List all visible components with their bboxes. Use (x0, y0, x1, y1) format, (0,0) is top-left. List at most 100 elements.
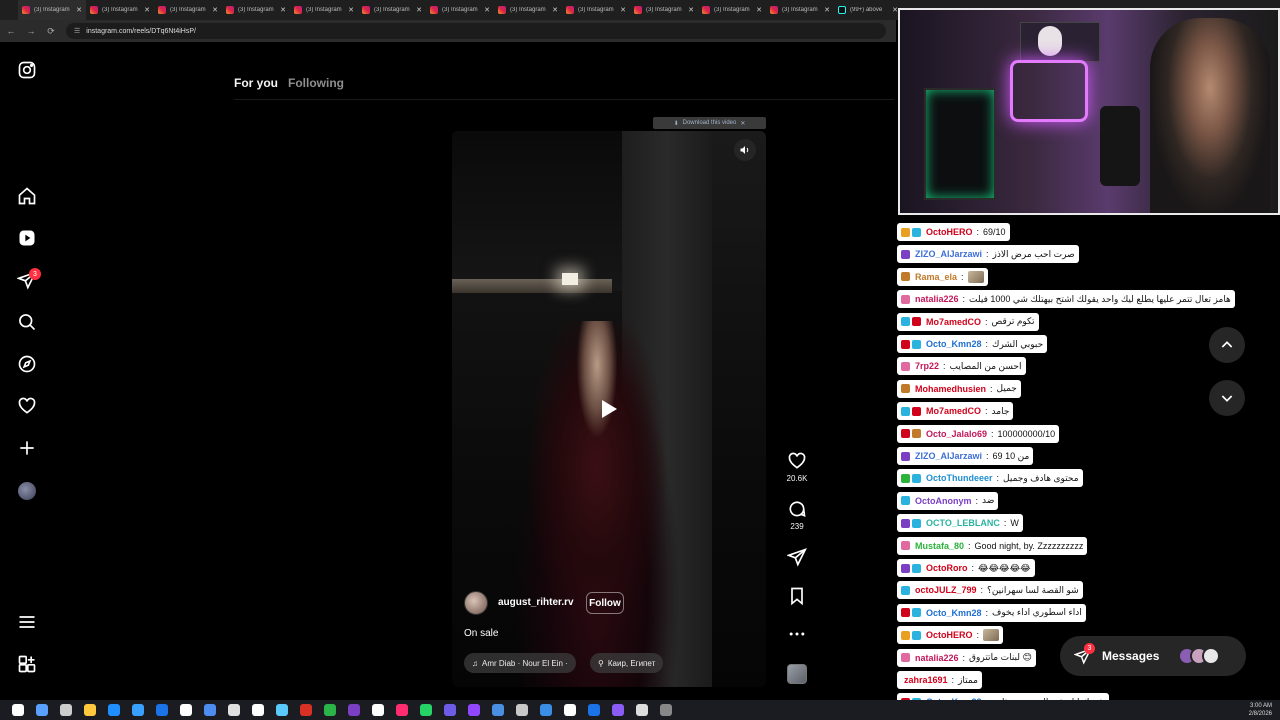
chrome-icon[interactable] (156, 704, 168, 716)
app-icon[interactable] (588, 704, 600, 716)
close-tab-icon[interactable]: ✕ (212, 6, 218, 14)
chat-badge-icon (901, 227, 910, 237)
browser-tab[interactable]: (3) Instagram ✕ (154, 0, 222, 20)
comment-button[interactable]: 239 (784, 499, 810, 531)
twitch-icon[interactable] (468, 704, 480, 716)
instagram-logo-icon[interactable] (17, 60, 37, 80)
app-icon[interactable] (636, 704, 648, 716)
previous-reel-button[interactable] (1209, 327, 1245, 363)
app-icon[interactable] (228, 704, 240, 716)
app-icon[interactable] (372, 704, 384, 716)
edge-icon[interactable] (108, 704, 120, 716)
close-tab-icon[interactable]: ✕ (756, 6, 762, 14)
app-icon[interactable] (564, 704, 576, 716)
search-icon[interactable] (36, 704, 48, 716)
chat-message: Rama_ela: (897, 267, 988, 286)
browser-tab[interactable]: (3) Instagram ✕ (766, 0, 834, 20)
browser-tab[interactable]: (3) Instagram ✕ (86, 0, 154, 20)
chat-username: Octo_Kmn28 (926, 607, 982, 618)
browser-tab[interactable]: (3) Instagram ✕ (358, 0, 426, 20)
app-icon[interactable] (660, 704, 672, 716)
site-info-icon[interactable]: ☰ (74, 27, 80, 35)
app-icon[interactable] (324, 704, 336, 716)
browser-tab[interactable]: (3) Instagram ✕ (698, 0, 766, 20)
browser-tab[interactable]: (3) Instagram ✕ (630, 0, 698, 20)
reload-icon[interactable]: ⟳ (46, 26, 56, 37)
system-clock[interactable]: 3:00 AM 2/8/2026 (1249, 702, 1272, 718)
profile-avatar[interactable] (18, 482, 36, 500)
app-icon[interactable] (204, 704, 216, 716)
close-tab-icon[interactable]: ✕ (484, 6, 490, 14)
explore-icon[interactable] (17, 354, 37, 374)
close-tab-icon[interactable]: ✕ (280, 6, 286, 14)
home-icon[interactable] (17, 186, 37, 206)
also-from-meta-icon[interactable] (17, 654, 37, 674)
messages-button[interactable]: 3 Messages (1060, 636, 1246, 676)
app-icon[interactable] (180, 704, 192, 716)
more-menu-icon[interactable] (17, 612, 37, 632)
browser-tab[interactable]: (3) Instagram ✕ (18, 0, 86, 20)
follow-button[interactable]: Follow (586, 592, 624, 614)
back-icon[interactable]: ← (6, 26, 16, 36)
close-tab-icon[interactable]: ✕ (144, 6, 150, 14)
save-button[interactable] (784, 586, 810, 606)
close-tab-icon[interactable]: ✕ (688, 6, 694, 14)
file-explorer-icon[interactable] (84, 704, 96, 716)
reel-video[interactable]: august_rihter.rv Follow On sale ♫ Amr Di… (452, 131, 766, 687)
app-icon[interactable] (540, 704, 552, 716)
close-tab-icon[interactable]: ✕ (824, 6, 830, 14)
reels-icon[interactable] (17, 228, 37, 248)
tab-for-you[interactable]: For you (234, 76, 278, 90)
author-username[interactable]: august_rihter.rv (498, 597, 574, 608)
browser-tab[interactable]: (3) Instagram ✕ (494, 0, 562, 20)
store-icon[interactable] (132, 704, 144, 716)
video-background (562, 273, 578, 285)
browser-tab[interactable]: (3) Instagram ✕ (426, 0, 494, 20)
url-field[interactable]: ☰ instagram.com/reels/DTq6Nt4iHsP/ (66, 23, 886, 39)
app-icon[interactable] (444, 704, 456, 716)
close-tab-icon[interactable]: ✕ (348, 6, 354, 14)
chevron-up-icon (1221, 341, 1233, 348)
app-icon[interactable] (348, 704, 360, 716)
browser-tab[interactable]: (99+) above ✕ (834, 0, 902, 20)
search-icon[interactable] (17, 312, 37, 332)
browser-tab[interactable]: (3) Instagram ✕ (562, 0, 630, 20)
like-button[interactable]: 20.6K (784, 451, 810, 483)
browser-tab[interactable]: (3) Instagram ✕ (290, 0, 358, 20)
close-icon[interactable]: ✕ (740, 120, 745, 127)
task-view-icon[interactable] (60, 704, 72, 716)
audio-label: Amr Diab · Nour El Ein · (482, 658, 568, 668)
app-icon[interactable] (300, 704, 312, 716)
forward-icon[interactable]: → (26, 26, 36, 36)
close-tab-icon[interactable]: ✕ (76, 6, 82, 14)
close-tab-icon[interactable]: ✕ (620, 6, 626, 14)
close-tab-icon[interactable]: ✕ (552, 6, 558, 14)
browser-tab[interactable]: (3) Instagram ✕ (222, 0, 290, 20)
app-icon[interactable] (492, 704, 504, 716)
audio-thumbnail[interactable] (787, 664, 807, 684)
more-options-button[interactable] (784, 624, 810, 644)
share-button[interactable] (784, 547, 810, 567)
chat-message: Octo_Kmn28: اداء اسطوري اداء يخوف (897, 603, 1086, 622)
heart-icon[interactable] (17, 396, 37, 416)
play-icon[interactable] (600, 399, 618, 419)
create-icon[interactable] (17, 438, 37, 458)
whatsapp-icon[interactable] (420, 704, 432, 716)
author-avatar[interactable] (464, 591, 488, 615)
close-tab-icon[interactable]: ✕ (416, 6, 422, 14)
location-chip[interactable]: ⚲ Каир, Египет (590, 653, 664, 673)
app-icon[interactable] (396, 704, 408, 716)
app-icon[interactable] (516, 704, 528, 716)
next-reel-button[interactable] (1209, 380, 1245, 416)
app-icon[interactable] (612, 704, 624, 716)
tab-following[interactable]: Following (288, 76, 344, 90)
app-icon[interactable] (276, 704, 288, 716)
chat-separator: : (980, 585, 984, 596)
windows-start-icon[interactable] (12, 704, 24, 716)
volume-button[interactable] (734, 139, 756, 161)
app-icon[interactable] (252, 704, 264, 716)
download-video-overlay[interactable]: ⬇ Download this video ✕ (653, 117, 766, 129)
chat-text: هامز تعال تتمر عليها يطلع ليك واحد يقولك… (969, 293, 1231, 304)
audio-chip[interactable]: ♫ Amr Diab · Nour El Ein · (464, 653, 576, 673)
music-note-icon: ♫ (472, 658, 478, 668)
